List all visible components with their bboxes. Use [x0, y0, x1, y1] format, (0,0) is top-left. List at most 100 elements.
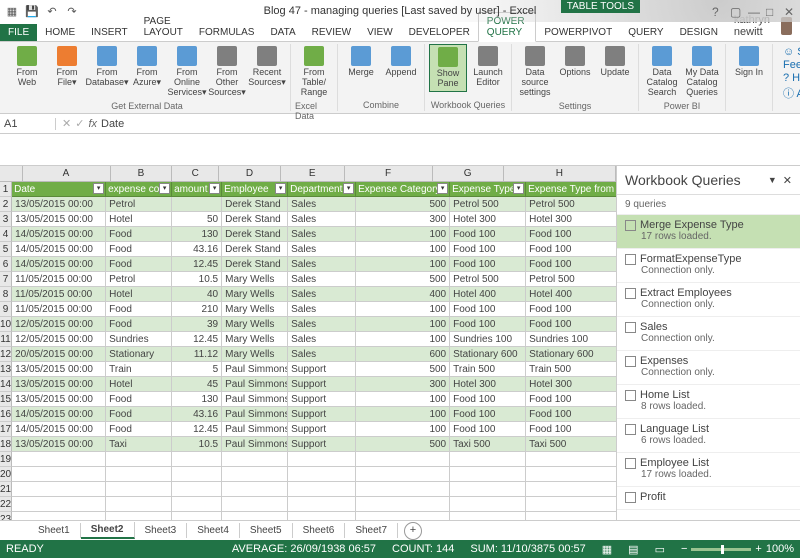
close-icon[interactable]: ✕ — [784, 5, 796, 17]
cell[interactable] — [222, 512, 288, 520]
cell[interactable]: 300 — [356, 377, 450, 392]
cell[interactable]: Food 100 — [450, 302, 526, 317]
cell[interactable] — [526, 497, 616, 512]
enter-icon[interactable]: ✓ — [75, 117, 84, 130]
tab-home[interactable]: HOME — [37, 24, 83, 41]
select-all-corner[interactable] — [0, 166, 23, 181]
cell[interactable]: Food — [106, 242, 172, 257]
row-header[interactable]: 22 — [0, 497, 12, 512]
ribbon-button[interactable]: From Web — [8, 44, 46, 90]
cell[interactable] — [526, 452, 616, 467]
row-header[interactable]: 9 — [0, 302, 12, 317]
cell[interactable]: Paul Simmons — [222, 392, 288, 407]
cell[interactable] — [288, 452, 356, 467]
cell[interactable] — [526, 482, 616, 497]
cell[interactable] — [12, 482, 106, 497]
query-item[interactable]: Merge Expense Type17 rows loaded. — [617, 215, 800, 249]
cell[interactable]: 300 — [356, 212, 450, 227]
cell[interactable]: Food 100 — [526, 422, 616, 437]
cell[interactable]: Food 100 — [526, 407, 616, 422]
cell[interactable]: Taxi 500 — [526, 437, 616, 452]
row-header[interactable]: 13 — [0, 362, 12, 377]
query-item[interactable]: Language List6 rows loaded. — [617, 419, 800, 453]
cell[interactable]: 130 — [172, 227, 222, 242]
row-header[interactable]: 4 — [0, 227, 12, 242]
cell[interactable] — [356, 512, 450, 520]
cell[interactable] — [356, 482, 450, 497]
cell[interactable]: Sales — [288, 272, 356, 287]
column-header[interactable]: E — [281, 166, 345, 181]
cell[interactable] — [288, 512, 356, 520]
cell[interactable]: 500 — [356, 362, 450, 377]
cell[interactable]: 100 — [356, 257, 450, 272]
column-header[interactable]: D — [219, 166, 281, 181]
cell[interactable] — [450, 497, 526, 512]
cell[interactable]: Mary Wells — [222, 302, 288, 317]
cancel-icon[interactable]: ✕ — [62, 117, 71, 130]
cell[interactable]: Food 100 — [526, 242, 616, 257]
cell[interactable] — [172, 452, 222, 467]
zoom-slider[interactable] — [691, 548, 751, 551]
cell[interactable] — [450, 482, 526, 497]
cell[interactable]: Mary Wells — [222, 272, 288, 287]
cell[interactable]: Petrol 500 — [526, 272, 616, 287]
cell[interactable]: Food 100 — [450, 227, 526, 242]
cell[interactable]: Food 100 — [450, 257, 526, 272]
help-link[interactable]: ⓘ About — [783, 85, 800, 101]
filter-dropdown-icon[interactable]: ▾ — [437, 183, 448, 194]
cell[interactable]: Sundries — [106, 332, 172, 347]
tab-insert[interactable]: INSERT — [83, 24, 136, 41]
sheet-tab[interactable]: Sheet2 — [81, 522, 135, 539]
cell[interactable]: Hotel 400 — [526, 287, 616, 302]
row-header[interactable]: 17 — [0, 422, 12, 437]
cell[interactable]: Sales — [288, 332, 356, 347]
ribbon-button[interactable]: Update — [596, 44, 634, 80]
view-normal-icon[interactable]: ▦ — [602, 543, 612, 556]
cell[interactable] — [356, 467, 450, 482]
column-header[interactable]: C — [172, 166, 219, 181]
cell[interactable]: 13/05/2015 00:00 — [12, 377, 106, 392]
pane-dropdown-icon[interactable]: ▼ — [768, 175, 777, 185]
query-item[interactable]: Profit — [617, 487, 800, 510]
cell[interactable] — [222, 452, 288, 467]
cell[interactable]: Mary Wells — [222, 347, 288, 362]
filter-dropdown-icon[interactable]: ▾ — [275, 183, 286, 194]
query-item[interactable]: FormatExpenseTypeConnection only. — [617, 249, 800, 283]
column-header[interactable]: H — [504, 166, 616, 181]
ribbon-button[interactable]: Append — [382, 44, 420, 80]
ribbon-button[interactable]: Recent Sources▾ — [248, 44, 286, 90]
ribbon-button[interactable]: From Azure▾ — [128, 44, 166, 90]
help-link[interactable]: ? Help — [783, 72, 800, 84]
tab-query[interactable]: QUERY — [620, 24, 671, 41]
cell[interactable]: Train 500 — [526, 362, 616, 377]
cell[interactable]: Taxi 500 — [450, 437, 526, 452]
view-break-icon[interactable]: ▭ — [655, 543, 665, 556]
cell[interactable]: Sales — [288, 347, 356, 362]
cell[interactable]: 100 — [356, 227, 450, 242]
cell[interactable]: 5 — [172, 362, 222, 377]
cell[interactable]: Sales — [288, 287, 356, 302]
row-header[interactable]: 1 — [0, 182, 12, 197]
maximize-icon[interactable]: □ — [766, 5, 778, 17]
cell[interactable]: Sales — [288, 242, 356, 257]
cell[interactable]: 100 — [356, 302, 450, 317]
cell[interactable]: 400 — [356, 287, 450, 302]
cell[interactable]: Hotel 300 — [450, 377, 526, 392]
filter-dropdown-icon[interactable]: ▾ — [209, 183, 220, 194]
cell[interactable]: 43.16 — [172, 242, 222, 257]
cell[interactable]: Food — [106, 227, 172, 242]
tab-formulas[interactable]: FORMULAS — [191, 24, 263, 41]
zoom-out-icon[interactable]: − — [681, 543, 687, 555]
cell[interactable]: 14/05/2015 00:00 — [12, 407, 106, 422]
cell[interactable]: Hotel — [106, 377, 172, 392]
row-header[interactable]: 11 — [0, 332, 12, 347]
tab-powerpivot[interactable]: POWERPIVOT — [536, 24, 620, 41]
cell[interactable]: Food 100 — [526, 257, 616, 272]
cell[interactable] — [106, 482, 172, 497]
column-header[interactable]: F — [345, 166, 433, 181]
help-icon[interactable]: ? — [712, 5, 724, 17]
cell[interactable]: 100 — [356, 392, 450, 407]
cell[interactable]: Stationary 600 — [526, 347, 616, 362]
cell[interactable]: 210 — [172, 302, 222, 317]
cell[interactable]: Paul Simmons — [222, 362, 288, 377]
